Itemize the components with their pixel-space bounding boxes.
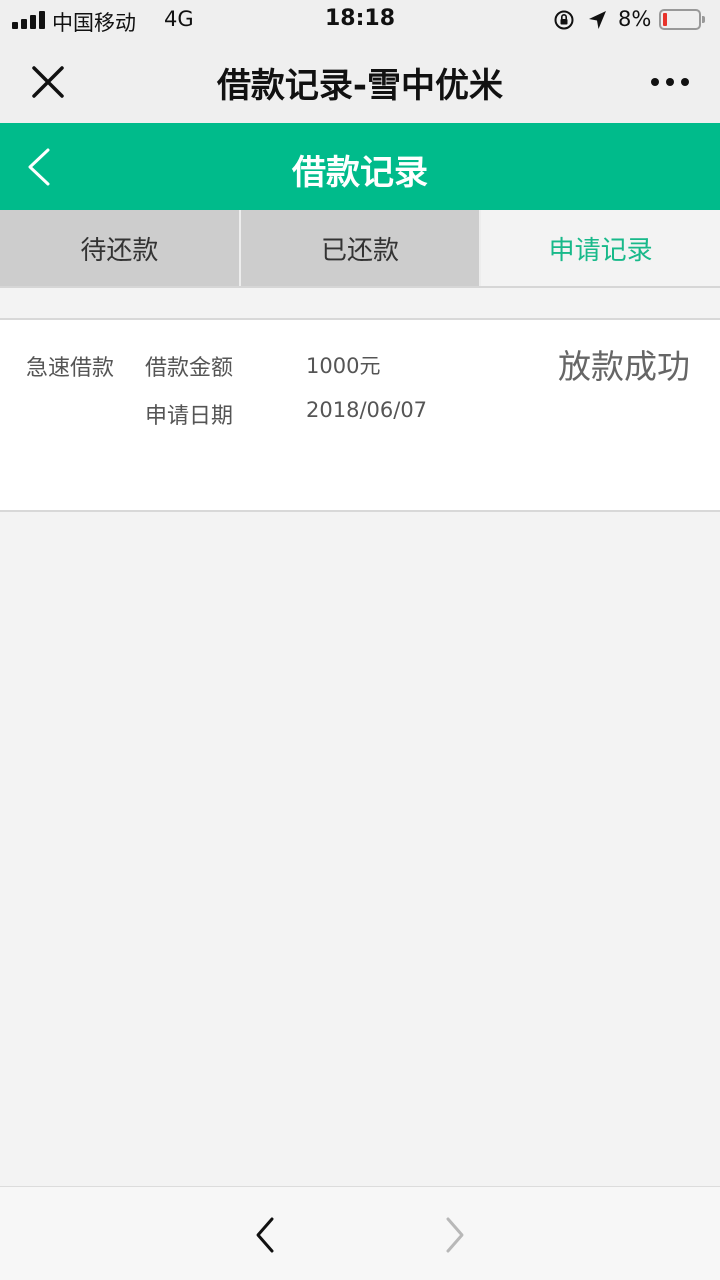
battery-icon [659, 9, 705, 30]
record-tabs: 待还款 已还款 申请记录 [0, 210, 720, 288]
date-value: 2018/06/07 [306, 398, 428, 422]
clock: 18:18 [324, 6, 396, 31]
amount-value: 1000元 [306, 354, 381, 378]
tab-application-records[interactable]: 申请记录 [479, 210, 720, 286]
battery-percent: 8% [618, 7, 652, 31]
amount-label: 借款金额 [145, 356, 234, 381]
chevron-left-icon[interactable] [252, 1215, 278, 1255]
tab-repaid[interactable]: 已还款 [238, 210, 480, 286]
webview-nav-bar: 借款记录-雪中优米 [0, 40, 720, 123]
date-label: 申请日期 [145, 404, 234, 429]
location-arrow-icon [589, 11, 606, 29]
loan-type: 急速借款 [26, 356, 115, 381]
loan-status: 放款成功 [558, 347, 690, 386]
page-title: 借款记录-雪中优米 [216, 66, 504, 106]
battery-level [663, 13, 667, 26]
status-bar: 中国移动 4G 18:18 8% [0, 0, 720, 40]
rotation-lock-icon [554, 10, 574, 30]
more-icon[interactable] [650, 75, 690, 89]
app-header: 借款记录 [0, 123, 720, 210]
loan-record-card[interactable]: 急速借款 借款金额 1000元 申请日期 2018/06/07 放款成功 [0, 318, 720, 512]
tab-pending-repayment[interactable]: 待还款 [0, 210, 239, 286]
browser-toolbar [0, 1186, 720, 1280]
chevron-right-icon[interactable] [442, 1215, 468, 1255]
header-title: 借款记录 [292, 153, 428, 193]
